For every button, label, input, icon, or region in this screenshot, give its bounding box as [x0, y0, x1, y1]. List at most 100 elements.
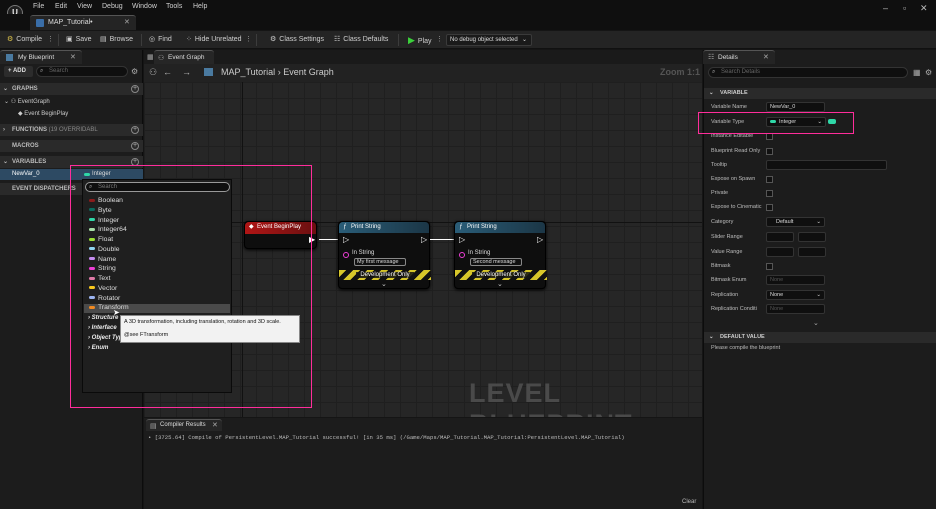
- grid-menu-icon[interactable]: ▦: [147, 53, 154, 61]
- functions-section[interactable]: › FUNCTIONS (19 OVERRIDABL: [0, 124, 143, 136]
- development-only-banner: Development Only: [455, 270, 547, 280]
- document-tab-bar: [0, 14, 936, 30]
- graph-icon: ⚇: [149, 67, 158, 77]
- details-search[interactable]: ⌕ Search Details: [708, 67, 908, 78]
- menu-file[interactable]: File: [33, 3, 44, 10]
- breadcrumb-root[interactable]: MAP_Tutorial: [221, 67, 275, 77]
- forward-arrow-icon[interactable]: →: [182, 67, 191, 77]
- minimize-button[interactable]: –: [883, 3, 888, 13]
- breadcrumb-leaf: Event Graph: [283, 67, 334, 77]
- string-pin[interactable]: [343, 252, 349, 258]
- add-macro-icon[interactable]: +: [131, 142, 139, 150]
- chevron-down-icon[interactable]: ⌄: [497, 280, 503, 288]
- add-button[interactable]: + ADD: [4, 66, 33, 77]
- my-blueprint-search[interactable]: ⌕ Search: [36, 66, 128, 77]
- my-blueprint-tab-label: My Blueprint: [18, 54, 55, 61]
- event-graph-item[interactable]: ⌄ ⚇ EventGraph: [4, 98, 50, 105]
- save-button[interactable]: ▣ Save: [66, 35, 92, 43]
- add-graph-icon[interactable]: +: [131, 85, 139, 93]
- compile-button[interactable]: ⚙ Compile: [7, 35, 42, 43]
- find-button[interactable]: ◎ Find: [149, 35, 172, 43]
- back-arrow-icon[interactable]: ←: [163, 67, 172, 77]
- compiler-results-tab[interactable]: ▤ Compiler Results ✕: [146, 419, 222, 431]
- breadcrumb[interactable]: MAP_Tutorial › Event Graph: [221, 67, 334, 77]
- add-function-icon[interactable]: +: [131, 126, 139, 134]
- hide-unrelated-button[interactable]: ⁘ Hide Unrelated: [186, 35, 242, 43]
- default-value-section-header[interactable]: ⌄ DEFAULT VALUE: [704, 332, 936, 343]
- exec-in-pin[interactable]: ▷: [343, 235, 349, 244]
- clear-button[interactable]: Clear: [682, 499, 696, 505]
- category-dropdown[interactable]: Default ⌄: [766, 217, 825, 227]
- class-defaults-button[interactable]: ☷ Class Defaults: [334, 35, 388, 43]
- search-icon: ⌕: [712, 69, 716, 75]
- class-settings-button[interactable]: ⚙ Class Settings: [270, 35, 324, 43]
- close-icon[interactable]: ✕: [70, 53, 76, 61]
- exec-out-pin[interactable]: ▷: [537, 235, 543, 244]
- bitmask-checkbox[interactable]: [766, 263, 773, 270]
- menu-tools[interactable]: Tools: [166, 3, 182, 10]
- close-window-button[interactable]: ✕: [920, 3, 928, 14]
- graphs-section[interactable]: ⌄ GRAPHS: [0, 83, 143, 95]
- string-pin[interactable]: [459, 252, 465, 258]
- chevron-down-icon: ⌄: [521, 37, 527, 43]
- private-checkbox[interactable]: [766, 190, 773, 197]
- in-string-field[interactable]: My first message: [354, 258, 406, 266]
- exec-out-pin[interactable]: ▷: [421, 235, 427, 244]
- menu-view[interactable]: View: [77, 3, 92, 10]
- compile-options-button[interactable]: ⋮: [47, 35, 54, 43]
- gear-icon[interactable]: ⚙: [131, 67, 138, 76]
- menu-window[interactable]: Window: [132, 3, 157, 10]
- gear-icon[interactable]: ⚙: [925, 68, 932, 77]
- exec-in-pin[interactable]: ▷: [459, 235, 465, 244]
- print-string-node-2[interactable]: ƒ Print String ▷ ▷ In String Second messa…: [454, 221, 547, 289]
- category-value: Default: [776, 219, 794, 225]
- menu-debug[interactable]: Debug: [102, 3, 123, 10]
- document-tab[interactable]: MAP_Tutorial• ✕: [30, 15, 136, 30]
- tooltip-field[interactable]: [766, 160, 887, 170]
- slider-range-label: Slider Range: [711, 234, 743, 240]
- close-icon[interactable]: ✕: [212, 421, 218, 429]
- blueprint-icon: [204, 68, 213, 76]
- menu-help[interactable]: Help: [193, 3, 207, 10]
- category-label: Category: [711, 219, 734, 225]
- menu-edit[interactable]: Edit: [55, 3, 67, 10]
- advanced-expand-icon[interactable]: ⌄: [813, 319, 819, 327]
- level-blueprint-watermark: LEVEL BLUEPRINT: [469, 378, 632, 417]
- bitmask-enum-label: Bitmask Enum: [711, 277, 747, 283]
- maximize-button[interactable]: ▫: [903, 3, 906, 13]
- browse-button[interactable]: ▤ Browse: [100, 35, 133, 43]
- expose-cinematics-checkbox[interactable]: [766, 204, 773, 211]
- slider-range-min[interactable]: [766, 232, 794, 242]
- details-tab[interactable]: ☷ Details ✕: [703, 50, 775, 64]
- event-begin-play-label: Event BeginPlay: [24, 111, 69, 117]
- value-range-max[interactable]: [798, 247, 826, 257]
- divider: [256, 34, 257, 46]
- print-string-node-1[interactable]: ƒ Print String ▷ ▷ In String My first mes…: [338, 221, 431, 289]
- close-icon[interactable]: ✕: [763, 53, 769, 61]
- slider-range-max[interactable]: [798, 232, 826, 242]
- macros-section[interactable]: MACROS: [0, 140, 143, 152]
- close-icon[interactable]: ✕: [124, 18, 130, 26]
- compiler-results-panel: [144, 418, 702, 509]
- value-range-min[interactable]: [766, 247, 794, 257]
- variable-name-field[interactable]: NewVar_0: [766, 102, 825, 112]
- grid-view-icon[interactable]: ▦: [913, 68, 921, 77]
- event-begin-play-item[interactable]: ◆ Event BeginPlay: [18, 110, 68, 117]
- find-label: Find: [158, 36, 172, 43]
- play-button[interactable]: ▶ Play: [408, 35, 432, 46]
- expose-on-spawn-checkbox[interactable]: [766, 176, 773, 183]
- debug-object-dropdown[interactable]: No debug object selected ⌄: [446, 34, 532, 46]
- my-blueprint-tab[interactable]: My Blueprint ✕: [0, 50, 82, 64]
- node-header: ƒ Print String: [339, 222, 429, 233]
- bitmask-label: Bitmask: [711, 263, 731, 269]
- blueprint-read-only-checkbox[interactable]: [766, 148, 773, 155]
- more-options-button[interactable]: ⋮: [245, 35, 252, 43]
- replication-dropdown[interactable]: None ⌄: [766, 290, 825, 300]
- event-graph-tab[interactable]: ⚇ Event Graph: [154, 50, 214, 64]
- divider: [398, 34, 399, 46]
- variable-section-header[interactable]: ⌄ VARIABLE: [704, 88, 936, 99]
- in-string-field[interactable]: Second message: [470, 258, 522, 266]
- chevron-down-icon[interactable]: ⌄: [381, 280, 387, 288]
- play-options-button[interactable]: ⋮: [436, 35, 443, 43]
- instance-editable-checkbox[interactable]: [766, 133, 773, 140]
